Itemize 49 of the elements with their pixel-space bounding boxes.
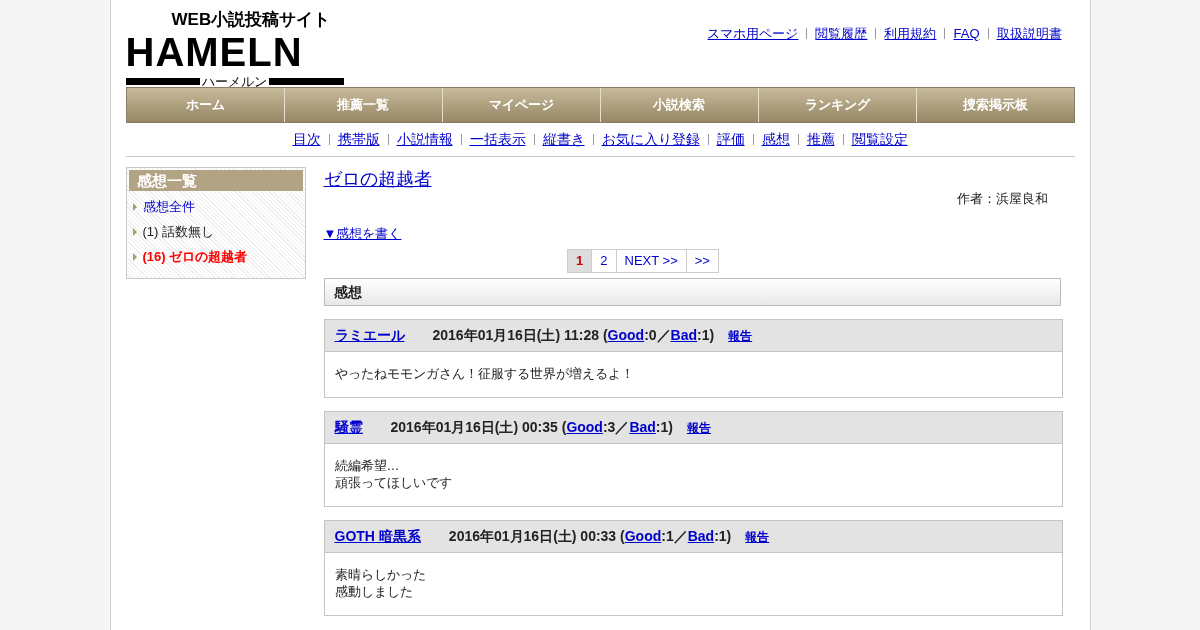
vote-link[interactable]: Bad — [687, 528, 715, 544]
bullet-icon — [132, 203, 137, 211]
comment-meta: 2016年01月16日(土) 00:33 (Good:1／Bad:1) — [448, 527, 732, 546]
novel-menu-link[interactable]: 携帯版 — [337, 129, 380, 150]
header-link[interactable]: 閲覧履歴 — [815, 24, 868, 44]
comment-text: 素晴らしかった 感動しました — [334, 566, 427, 600]
header-link[interactable]: 取扱説明書 — [996, 24, 1062, 44]
novel-title-link[interactable]: ゼロの超越者 — [323, 167, 432, 191]
write-comment-link[interactable]: ▼感想を書く — [323, 223, 402, 243]
bullet-icon — [132, 253, 137, 261]
logo-reading: ハーメルン — [201, 74, 268, 88]
sidebar-item[interactable]: 感想全件 — [142, 197, 195, 217]
novel-menu-link[interactable]: お気に入り登録 — [601, 129, 700, 150]
header-link[interactable]: 利用規約 — [884, 24, 937, 44]
header-link[interactable]: FAQ — [953, 24, 980, 44]
logo-tagline: WEB小説投稿サイト — [170, 10, 331, 30]
novel-menu-link[interactable]: 感想 — [761, 129, 790, 150]
comment-text: 続編希望… 頑張ってほしいです — [334, 457, 453, 491]
novel-menu-link[interactable]: 一括表示 — [469, 129, 526, 150]
page-link[interactable]: 2 — [591, 249, 617, 273]
author-name: 作者：浜屋良和 — [956, 190, 1048, 208]
vote-link[interactable]: Bad — [670, 327, 698, 343]
novel-menu-link[interactable]: 目次 — [292, 129, 321, 150]
novel-menu-link[interactable]: 評価 — [716, 129, 745, 150]
commenter-link[interactable]: GOTH 暗黒系 — [334, 526, 421, 547]
vote-link[interactable]: Good — [566, 419, 603, 435]
report-link[interactable]: 報告 — [728, 326, 753, 345]
page-link[interactable]: >> — [685, 249, 719, 273]
novel-menu-link[interactable]: 閲覧設定 — [851, 129, 908, 150]
novel-menu-link[interactable]: 小説情報 — [396, 129, 453, 150]
sidebar-title: 感想一覧 — [128, 170, 303, 191]
page-link[interactable]: 1 — [567, 249, 593, 273]
section-heading: 感想 — [323, 278, 1061, 306]
report-link[interactable]: 報告 — [686, 418, 711, 437]
comment-meta: 2016年01月16日(土) 11:28 (Good:0／Bad:1) — [432, 326, 715, 345]
sidebar-item: (16) ゼロの超越者 — [142, 248, 248, 267]
bullet-icon — [132, 228, 137, 236]
commenter-link[interactable]: 騒霊 — [334, 417, 363, 438]
logo-wordmark: HAMELN — [125, 30, 303, 74]
report-link[interactable]: 報告 — [745, 527, 770, 546]
page-link[interactable]: NEXT >> — [615, 249, 687, 273]
sidebar-item: (1) 話数無し — [142, 223, 214, 242]
comment-text: やったねモモンガさん！征服する世界が増えるよ！ — [334, 365, 635, 382]
header-link[interactable]: スマホ用ページ — [707, 24, 799, 44]
commenter-link[interactable]: ラミエール — [334, 325, 405, 346]
novel-menu-link[interactable]: 推薦 — [806, 129, 835, 150]
comment-meta: 2016年01月16日(土) 00:35 (Good:3／Bad:1) — [390, 418, 673, 437]
novel-menu-link[interactable]: 縦書き — [542, 129, 585, 150]
vote-link[interactable]: Bad — [629, 419, 656, 435]
